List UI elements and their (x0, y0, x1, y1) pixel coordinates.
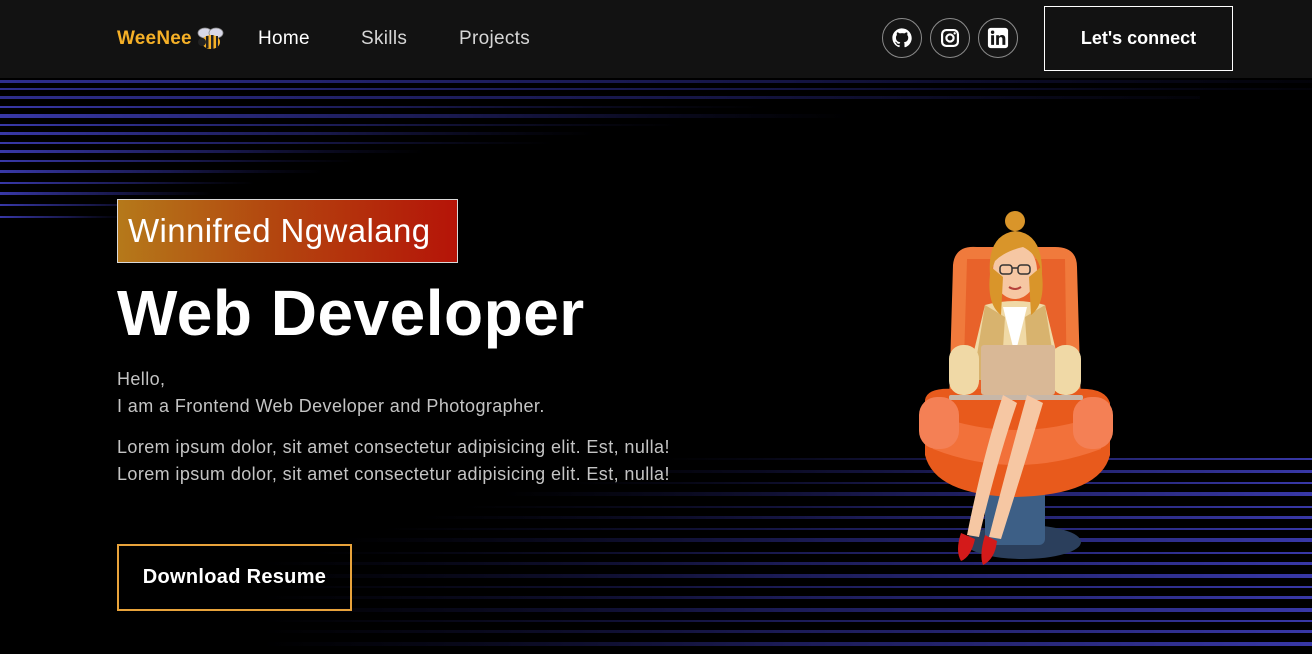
page-title: Web Developer (117, 277, 585, 349)
greeting-text: Hello, (117, 369, 166, 389)
bee-icon (197, 27, 224, 49)
description-line-2: Lorem ipsum dolor, sit amet consectetur … (117, 464, 670, 484)
intro-text: Hello, I am a Frontend Web Developer and… (117, 366, 545, 420)
lets-connect-button[interactable]: Let's connect (1044, 6, 1233, 71)
logo[interactable]: WeeNee (117, 26, 228, 52)
portfolio-page: WeeNee Home Skills Projects Let's connec… (0, 0, 1312, 654)
instagram-icon (941, 29, 959, 47)
nav-link-projects[interactable]: Projects (459, 28, 530, 50)
download-resume-button[interactable]: Download Resume (117, 544, 352, 611)
github-button[interactable] (882, 18, 922, 58)
name-badge: Winnifred Ngwalang (117, 199, 458, 263)
instagram-button[interactable] (930, 18, 970, 58)
nav-link-home[interactable]: Home (258, 28, 310, 50)
github-icon (892, 28, 912, 48)
navbar: WeeNee Home Skills Projects Let's connec… (0, 0, 1312, 78)
logo-text: WeeNee (117, 28, 192, 49)
linkedin-button[interactable] (978, 18, 1018, 58)
developer-illustration (919, 211, 1113, 565)
description-text: Lorem ipsum dolor, sit amet consectetur … (117, 434, 670, 488)
linkedin-icon (987, 27, 1009, 49)
description-line-1: Lorem ipsum dolor, sit amet consectetur … (117, 437, 670, 457)
nav-link-skills[interactable]: Skills (361, 28, 407, 50)
intro-line: I am a Frontend Web Developer and Photog… (117, 396, 545, 416)
